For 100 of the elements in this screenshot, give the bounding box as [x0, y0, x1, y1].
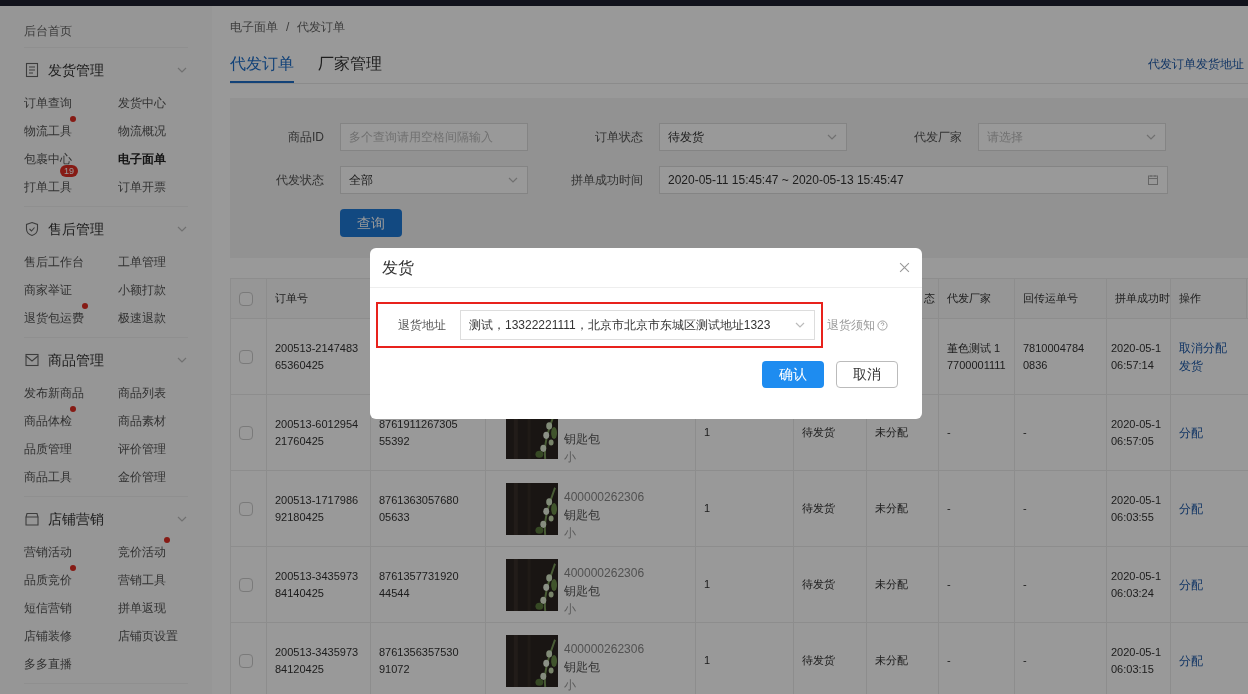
sidebar-item[interactable]: 营销工具 — [118, 573, 166, 587]
sidebar-item[interactable]: 多多直播 — [24, 657, 72, 671]
table-cell: 未分配 — [867, 623, 939, 694]
checkbox[interactable] — [239, 291, 253, 306]
checkbox[interactable] — [239, 425, 253, 440]
sidebar-item[interactable]: 商品素材 — [118, 414, 166, 428]
sidebar-item[interactable]: 品质竞价 — [24, 573, 72, 587]
column-header: 操作 — [1171, 279, 1247, 318]
address-select[interactable]: 测试，13322221111，北京市北京市东城区测试地址1323 — [460, 310, 815, 340]
checkbox[interactable] — [239, 501, 253, 516]
cancel-button[interactable]: 取消 — [836, 361, 898, 388]
sidebar-item[interactable]: 拼单返现 — [118, 601, 166, 615]
tab[interactable]: 厂家管理 — [318, 53, 382, 83]
shipping-address-link[interactable]: 代发订单发货地址 — [1148, 55, 1244, 83]
sidebar-item[interactable]: 商品列表 — [118, 386, 166, 400]
product-spec: 小 — [564, 449, 577, 466]
close-icon[interactable] — [899, 262, 910, 273]
table-cell: - — [939, 471, 1015, 546]
product-spec: 小 — [564, 525, 577, 542]
sidebar-item[interactable]: 店铺页设置 — [118, 629, 178, 643]
section-title[interactable]: 售后管理 — [48, 219, 104, 239]
filter-label: 代发厂家 — [913, 129, 963, 146]
sidebar-item[interactable]: 店铺装修 — [24, 629, 72, 643]
select-field[interactable]: 全部 — [340, 166, 528, 194]
table-cell: 8761363057680 05633 — [371, 471, 486, 546]
sidebar-item[interactable]: 工单管理 — [118, 255, 166, 269]
table-cell: 1 — [696, 623, 794, 694]
count-badge: 19 — [60, 165, 78, 177]
breadcrumb-item: 代发订单 — [297, 19, 346, 36]
table-cell: 2020-05-1 06:57:05 — [1107, 395, 1171, 470]
search-button[interactable]: 查询 — [340, 209, 402, 237]
table-cell: - — [1015, 395, 1107, 470]
product-name: 钥匙包 — [564, 659, 601, 676]
table-cell: - — [939, 623, 1015, 694]
help-icon[interactable] — [877, 319, 888, 331]
filter-label: 订单状态 — [594, 129, 644, 146]
table-cell: 8761357731920 44544 — [371, 547, 486, 622]
sidebar-item[interactable]: 营销活动 — [24, 545, 72, 559]
sidebar-item[interactable]: 电子面单 — [118, 152, 166, 166]
breadcrumb-item[interactable]: 电子面单 — [230, 18, 278, 36]
sidebar-item[interactable]: 评价管理 — [118, 442, 166, 456]
sidebar-home-link[interactable]: 后台首页 — [24, 24, 72, 38]
table-cell: 2020-05-1 06:57:14 — [1107, 319, 1171, 394]
sidebar-item[interactable]: 金价管理 — [118, 470, 166, 484]
sidebar-item[interactable]: 发布新商品 — [24, 386, 84, 400]
sidebar-item[interactable]: 发货中心 — [118, 96, 166, 110]
table-cell: - — [1015, 623, 1107, 694]
section-title[interactable]: 商品管理 — [48, 350, 104, 370]
product-name: 钥匙包 — [564, 431, 600, 448]
sidebar-item[interactable]: 极速退款 — [118, 311, 166, 325]
list-icon — [24, 62, 40, 78]
table-cell: 200513-3435973 84120425 — [267, 623, 371, 694]
sidebar-item[interactable]: 包裹中心 — [24, 152, 72, 166]
sidebar-item[interactable]: 竞价活动 — [118, 545, 166, 559]
table-cell: 200513-1717986 92180425 — [267, 471, 371, 546]
checkbox[interactable] — [239, 349, 253, 364]
filter-label: 拼单成功时间 — [570, 172, 644, 189]
action-link[interactable]: 分配 — [1179, 499, 1239, 518]
action-link[interactable]: 分配 — [1179, 575, 1239, 594]
confirm-button[interactable]: 确认 — [762, 361, 824, 388]
sidebar-item[interactable]: 小额打款 — [118, 283, 166, 297]
select-field[interactable]: 待发货 — [659, 123, 847, 151]
sidebar-item[interactable]: 短信营销 — [24, 601, 72, 615]
sidebar-item[interactable]: 售后工作台 — [24, 255, 84, 269]
action-link[interactable]: 取消分配 — [1179, 338, 1239, 357]
action-link[interactable]: 分配 — [1179, 651, 1239, 670]
sidebar-item[interactable]: 打单工具 — [24, 180, 72, 194]
sidebar-item[interactable]: 订单查询 — [24, 96, 72, 110]
sidebar-item[interactable]: 订单开票 — [118, 180, 166, 194]
tab[interactable]: 代发订单 — [230, 53, 294, 83]
sidebar-item[interactable]: 物流工具 — [24, 124, 72, 138]
product-id: 400000262306 — [564, 641, 645, 658]
section-title[interactable]: 发货管理 — [48, 60, 104, 80]
sidebar-item[interactable]: 商家举证 — [24, 283, 72, 297]
product-id: 400000262306 — [564, 565, 645, 582]
field-label: 退货地址 — [398, 317, 447, 334]
table-cell: 待发货 — [794, 471, 867, 546]
envelope-icon — [24, 352, 40, 368]
product-spec: 小 — [564, 677, 577, 694]
column-header: 拼单成功时 — [1107, 279, 1171, 318]
checkbox[interactable] — [239, 653, 253, 668]
table-cell: 2020-05-1 06:03:15 — [1107, 623, 1171, 694]
sidebar-item[interactable]: 商品工具 — [24, 470, 72, 484]
action-link[interactable]: 发货 — [1179, 356, 1239, 375]
sidebar-item[interactable]: 商品体检 — [24, 414, 72, 428]
sidebar-item[interactable]: 退货包运费 — [24, 311, 84, 325]
sidebar-item[interactable]: 物流概况 — [118, 124, 166, 138]
column-header: 回传运单号 — [1015, 279, 1107, 318]
return-notice-link[interactable]: 退货须知 — [827, 316, 875, 334]
sidebar-item[interactable]: 品质管理 — [24, 442, 72, 456]
filter-label: 商品ID — [287, 129, 325, 146]
product-spec: 小 — [564, 601, 577, 618]
table-cell: 7810004784 0836 — [1015, 319, 1107, 394]
section-title[interactable]: 店铺营销 — [48, 509, 104, 529]
date-range-field[interactable]: 2020-05-11 15:45:47 ~ 2020-05-13 15:45:47 — [659, 166, 1168, 194]
table-cell: 200513-3435973 84140425 — [267, 547, 371, 622]
action-link[interactable]: 分配 — [1179, 423, 1239, 442]
table-cell: 待发货 — [794, 623, 867, 694]
checkbox[interactable] — [239, 577, 253, 592]
table-cell: 8761356357530 91072 — [371, 623, 486, 694]
